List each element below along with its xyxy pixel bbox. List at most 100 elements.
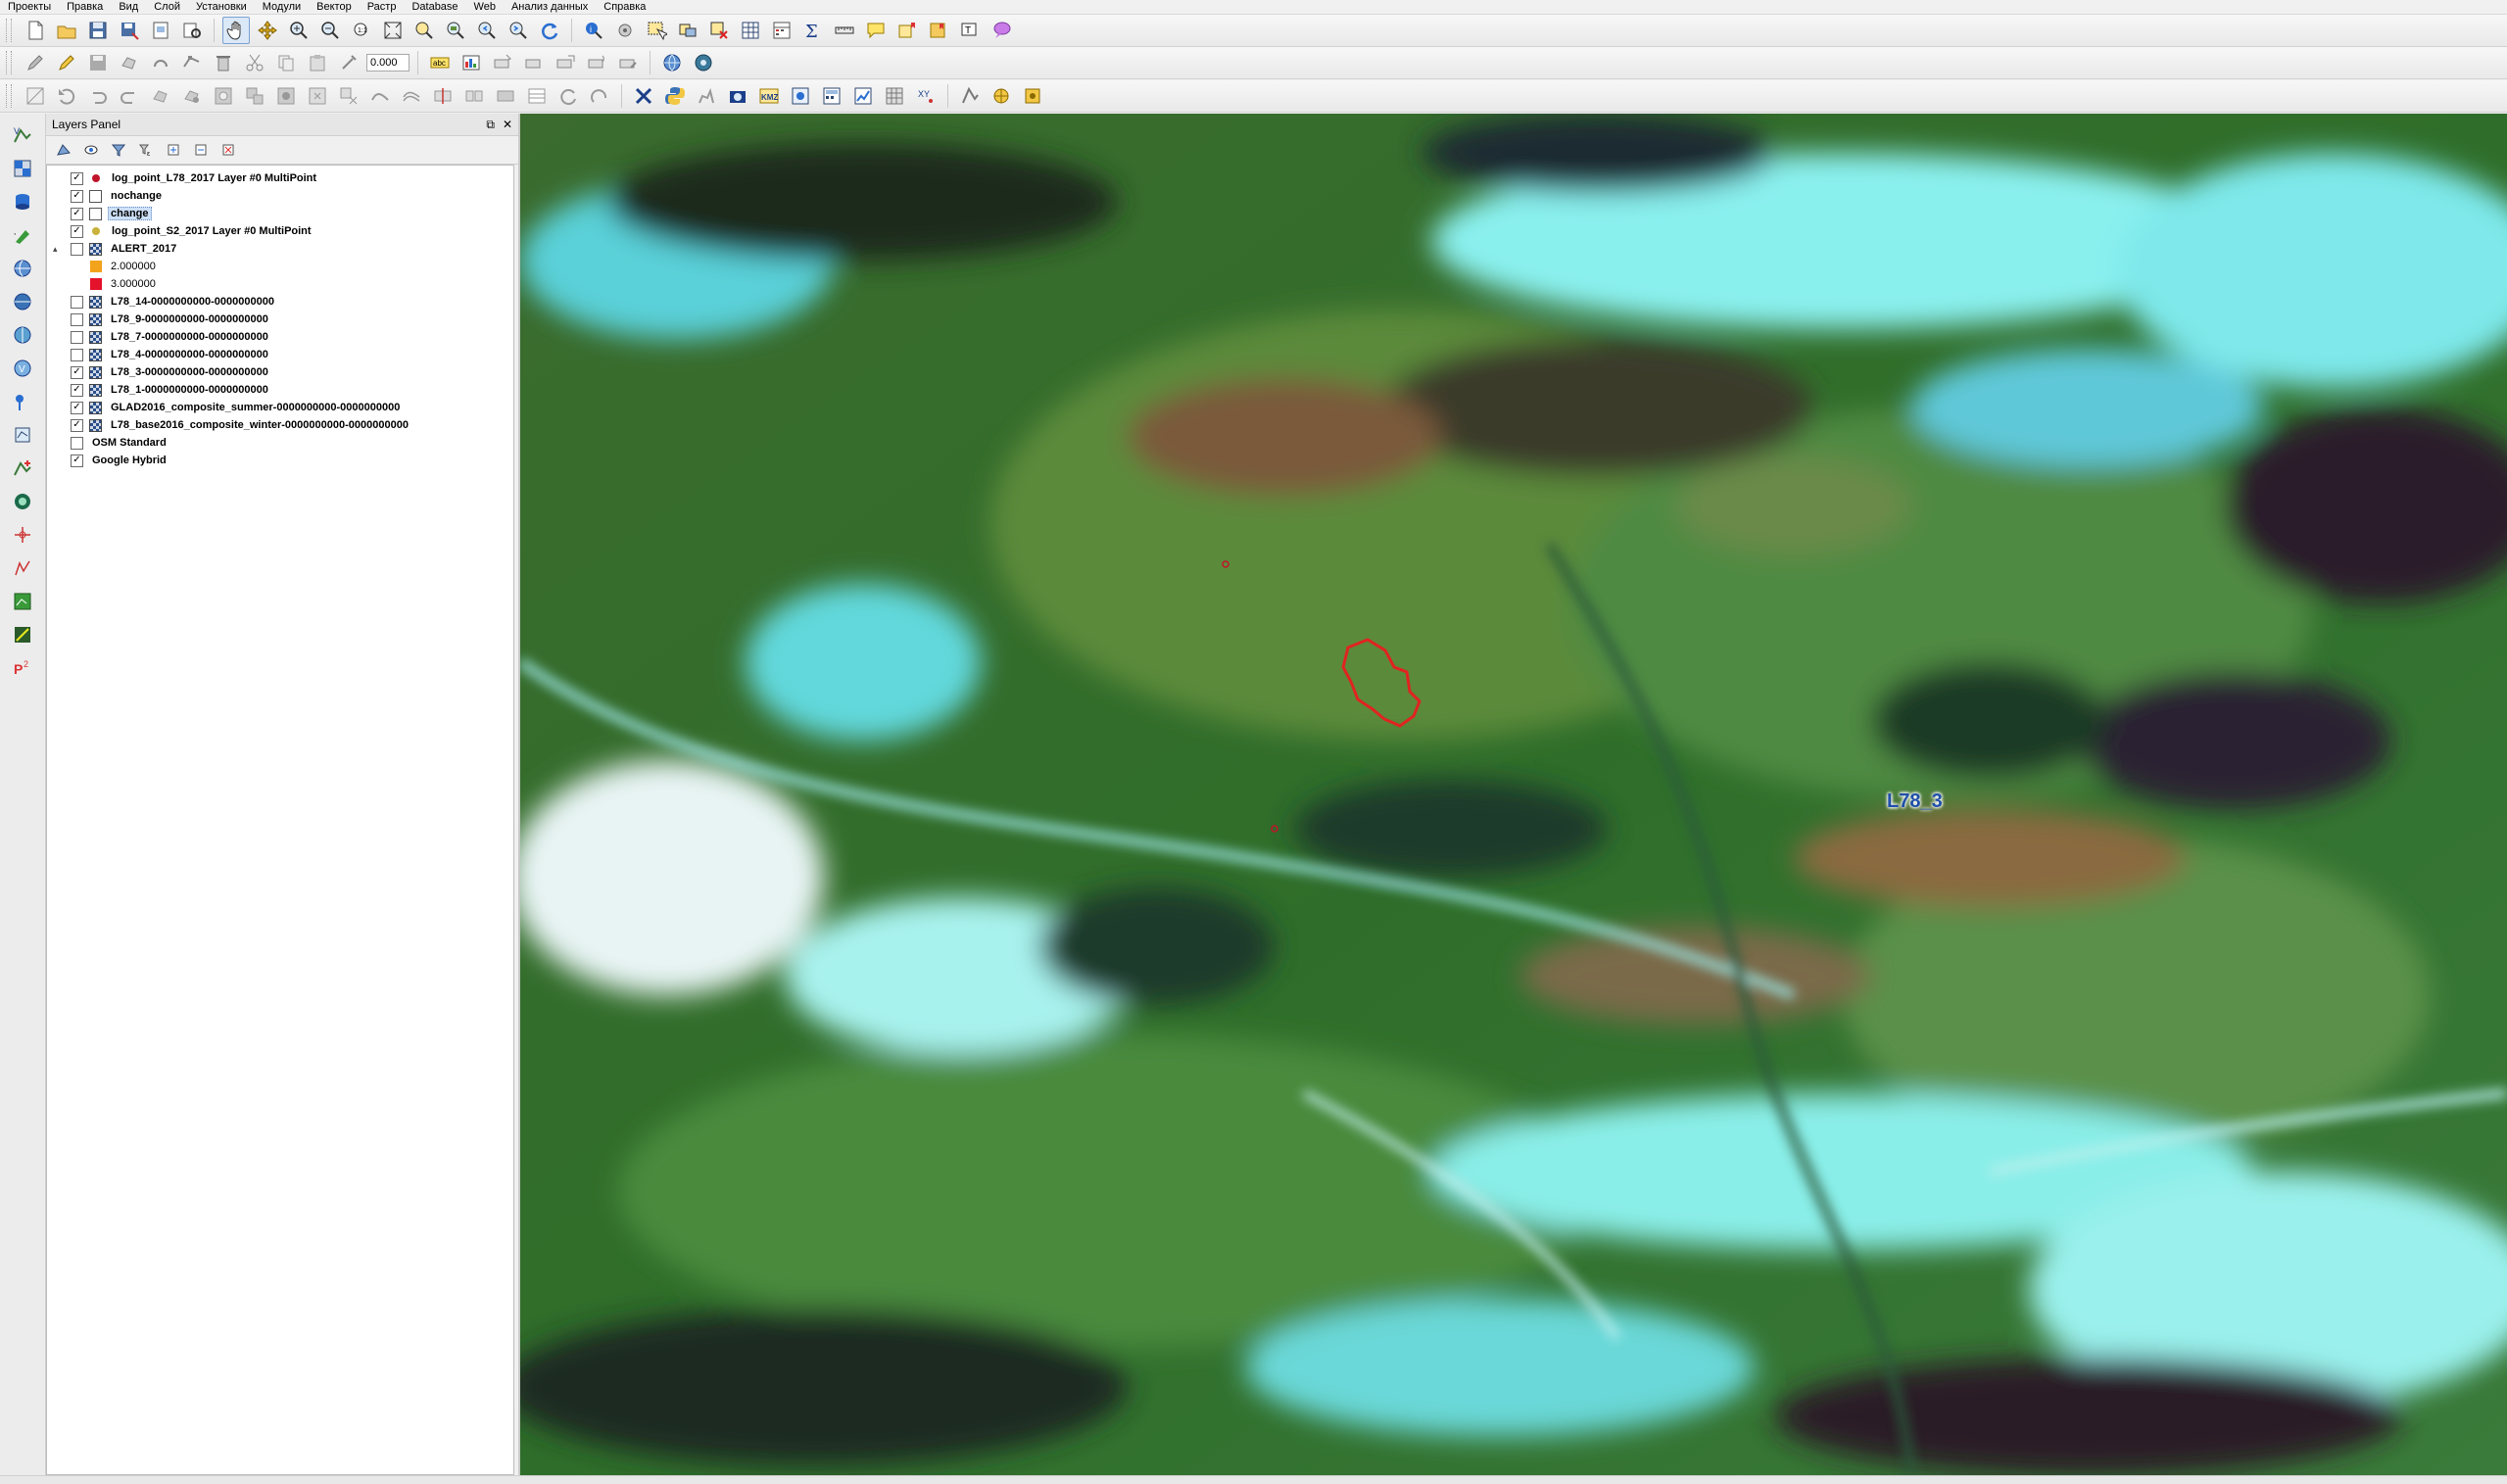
scp-settings-icon[interactable]: [1019, 82, 1046, 110]
menu-help[interactable]: Справка: [596, 0, 653, 14]
move-feature-icon[interactable]: [147, 82, 174, 110]
add-mssql-layer-icon[interactable]: [7, 421, 38, 449]
add-ring-icon[interactable]: [210, 82, 237, 110]
xy-tool-icon[interactable]: XY: [912, 82, 940, 110]
pan-to-selection-icon[interactable]: [254, 17, 281, 44]
raster-calculator-icon[interactable]: [818, 82, 845, 110]
toolbar-grip[interactable]: [6, 19, 12, 42]
layer-row-alert-2017[interactable]: ▴ ALERT_2017: [47, 240, 513, 258]
offset-point-symbols-icon[interactable]: [586, 82, 613, 110]
close-panel-icon[interactable]: ✕: [503, 118, 512, 132]
menu-projects[interactable]: Проекты: [0, 0, 59, 14]
layer-visibility-checkbox[interactable]: ✓: [71, 171, 83, 185]
globe-icon[interactable]: [658, 49, 686, 76]
layer-visibility-checkbox[interactable]: ✓: [71, 418, 83, 432]
add-delimited-layer-icon[interactable]: [7, 521, 38, 549]
new-shapefile-icon[interactable]: [7, 455, 38, 482]
plugin-balloon-icon[interactable]: [988, 17, 1015, 44]
layer-row-log-point-l78[interactable]: ✓ log_point_L78_2017 Layer #0 MultiPoint: [47, 169, 513, 187]
offset-curve-icon[interactable]: [398, 82, 425, 110]
pin-labels-icon[interactable]: [489, 49, 516, 76]
layer-visibility-checkbox[interactable]: [71, 436, 83, 450]
merge-attributes-icon[interactable]: [523, 82, 551, 110]
zoom-native-resolution-icon[interactable]: 1:1: [348, 17, 375, 44]
menu-database[interactable]: Database: [404, 0, 465, 14]
add-oracle-layer-icon[interactable]: [7, 488, 38, 515]
change-label-icon[interactable]: [614, 49, 642, 76]
menu-view[interactable]: Вид: [111, 0, 146, 14]
layer-visibility-checkbox[interactable]: [71, 242, 83, 256]
menu-vector[interactable]: Вектор: [309, 0, 360, 14]
menu-layer[interactable]: Слой: [146, 0, 188, 14]
layer-row-l78-9[interactable]: L78_9-0000000000-0000000000: [47, 311, 513, 328]
layer-visibility-checkbox[interactable]: ✓: [71, 365, 83, 379]
refresh-icon[interactable]: [536, 17, 563, 44]
filter-legend-icon[interactable]: [107, 138, 130, 162]
layer-visibility-checkbox[interactable]: ✓: [71, 401, 83, 414]
add-arcgis-layer-icon[interactable]: [7, 388, 38, 415]
gps-tool-icon[interactable]: [693, 82, 720, 110]
map-tips-icon[interactable]: [862, 17, 890, 44]
float-panel-icon[interactable]: ⧉: [486, 118, 495, 132]
topology-checker-icon[interactable]: [7, 621, 38, 648]
postgis-layer-icon[interactable]: P2: [7, 654, 38, 682]
save-edits-icon[interactable]: [84, 49, 112, 76]
layer-diagram-icon[interactable]: [458, 49, 485, 76]
zoom-to-selection-icon[interactable]: [410, 17, 438, 44]
scale-input[interactable]: [366, 54, 410, 72]
split-parts-icon[interactable]: [460, 82, 488, 110]
current-edits-icon[interactable]: [22, 49, 49, 76]
layer-row-l78-3[interactable]: ✓ L78_3-0000000000-0000000000: [47, 363, 513, 381]
new-bookmark-icon[interactable]: [893, 17, 921, 44]
menu-edit[interactable]: Правка: [59, 0, 111, 14]
layer-row-log-point-s2[interactable]: ✓ log_point_S2_2017 Layer #0 MultiPoint: [47, 222, 513, 240]
layer-visibility-checkbox[interactable]: [71, 295, 83, 309]
digitize-shape-icon[interactable]: [147, 49, 174, 76]
manage-visibility-icon[interactable]: [79, 138, 103, 162]
advanced-digitizing-icon[interactable]: [22, 82, 49, 110]
globe-settings-icon[interactable]: [690, 49, 717, 76]
layer-row-l78-1[interactable]: ✓ L78_1-0000000000-0000000000: [47, 381, 513, 399]
remove-layer-icon[interactable]: [217, 138, 240, 162]
open-project-icon[interactable]: [53, 17, 80, 44]
run-feature-action-icon[interactable]: [611, 17, 639, 44]
statistical-summary-icon[interactable]: Σ: [799, 17, 827, 44]
processing-toolbox-icon[interactable]: [630, 82, 657, 110]
delete-selected-icon[interactable]: [210, 49, 237, 76]
add-wfs-layer-icon[interactable]: [7, 321, 38, 349]
zoom-full-icon[interactable]: [379, 17, 407, 44]
rotate-point-symbols-icon[interactable]: [554, 82, 582, 110]
pan-map-icon[interactable]: [222, 17, 250, 44]
add-gps-layer-icon[interactable]: [7, 554, 38, 582]
layer-visibility-checkbox[interactable]: ✓: [71, 189, 83, 203]
reshape-features-icon[interactable]: [366, 82, 394, 110]
layer-visibility-checkbox[interactable]: [71, 312, 83, 326]
select-features-icon[interactable]: [643, 17, 670, 44]
layer-visibility-checkbox[interactable]: ✓: [71, 224, 83, 238]
layer-row-l78-14[interactable]: L78_14-0000000000-0000000000: [47, 293, 513, 311]
layer-visibility-checkbox[interactable]: [71, 348, 83, 361]
kmz-export-icon[interactable]: KMZ: [755, 82, 783, 110]
select-by-value-icon[interactable]: [674, 17, 701, 44]
grid-plugin-icon[interactable]: [881, 82, 908, 110]
filter-by-expression-icon[interactable]: ε: [134, 138, 158, 162]
measure-line-icon[interactable]: [831, 17, 858, 44]
attribute-table-icon[interactable]: [737, 17, 764, 44]
toolbar-grip[interactable]: [6, 84, 12, 108]
layer-row-l78-4[interactable]: L78_4-0000000000-0000000000: [47, 346, 513, 363]
zoom-next-icon[interactable]: [505, 17, 532, 44]
rotate-label-icon[interactable]: [335, 49, 362, 76]
cut-features-icon[interactable]: [241, 49, 268, 76]
delete-ring-icon[interactable]: [304, 82, 331, 110]
rotate-label-tool-icon[interactable]: [583, 49, 610, 76]
menu-raster[interactable]: Растр: [360, 0, 405, 14]
text-annotation-icon[interactable]: T: [956, 17, 984, 44]
add-wcs-layer-icon[interactable]: [7, 288, 38, 315]
merge-features-icon[interactable]: [492, 82, 519, 110]
delete-part-icon[interactable]: [335, 82, 362, 110]
layout-manager-icon[interactable]: [178, 17, 206, 44]
georeferencer-icon[interactable]: [787, 82, 814, 110]
vertex-tool-icon[interactable]: [178, 49, 206, 76]
layer-visibility-checkbox[interactable]: ✓: [71, 454, 83, 467]
save-project-icon[interactable]: [84, 17, 112, 44]
